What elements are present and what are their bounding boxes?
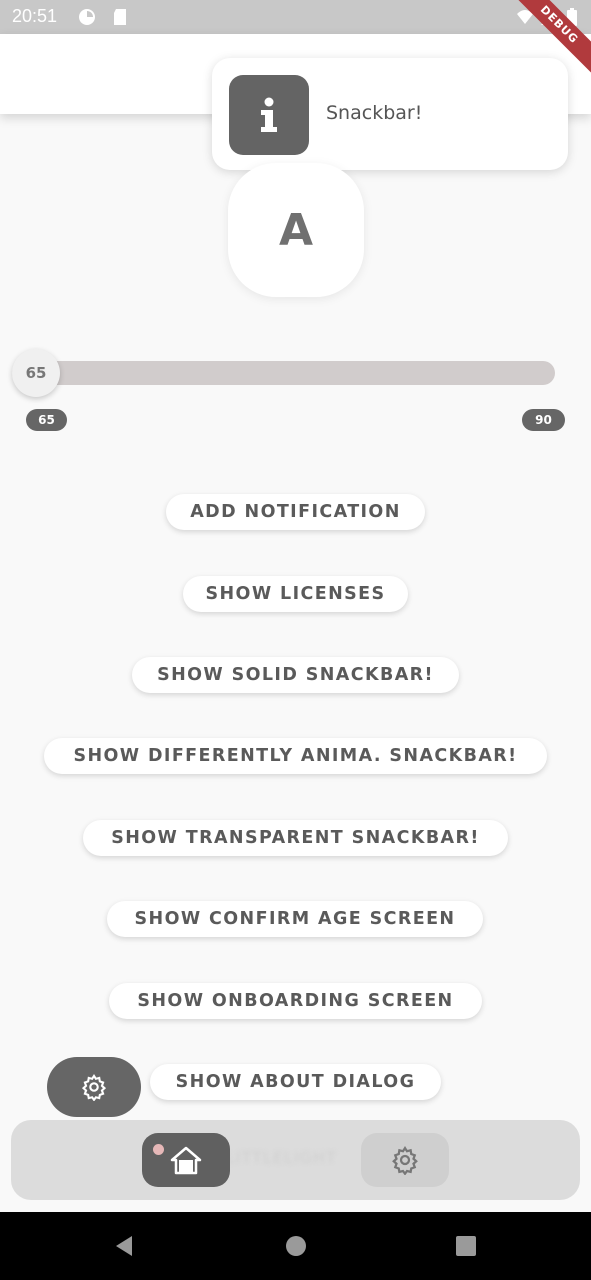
- gear-icon: [81, 1073, 107, 1101]
- system-nav-bar: [0, 1212, 591, 1280]
- nav-home[interactable]: [142, 1133, 230, 1187]
- show-onboarding-button[interactable]: SHOW ONBOARDING SCREEN: [109, 983, 482, 1019]
- slider-max-label: 90: [522, 409, 565, 431]
- slider-thumb[interactable]: 65: [12, 349, 60, 397]
- settings-fab[interactable]: [47, 1057, 141, 1117]
- snackbar-message: Snackbar!: [326, 102, 423, 124]
- battery-icon: [567, 8, 577, 26]
- avatar[interactable]: A: [228, 163, 364, 297]
- show-solid-snackbar-button[interactable]: SHOW SOLID SNACKBAR!: [132, 657, 459, 693]
- signal-icon: [541, 9, 557, 25]
- show-transparent-snackbar-button[interactable]: SHOW TRANSPARENT SNACKBAR!: [83, 820, 508, 856]
- wifi-icon: [517, 10, 533, 24]
- home-nav-icon[interactable]: [284, 1234, 308, 1258]
- bottom-nav: LITTLELIGHT: [11, 1120, 580, 1200]
- status-time: 20:51: [12, 6, 58, 26]
- gear-icon: [392, 1146, 418, 1175]
- show-about-dialog-button[interactable]: SHOW ABOUT DIALOG: [150, 1064, 441, 1100]
- home-icon: [170, 1146, 202, 1175]
- show-confirm-age-button[interactable]: SHOW CONFIRM AGE SCREEN: [107, 901, 483, 937]
- pie-icon: [79, 9, 95, 25]
- show-licenses-button[interactable]: SHOW LICENSES: [183, 576, 408, 612]
- blurred-text: LITTLELIGHT: [226, 1148, 337, 1167]
- add-notification-button[interactable]: ADD NOTIFICATION: [166, 494, 425, 530]
- slider-min-label: 65: [26, 409, 67, 431]
- slider-track[interactable]: [12, 361, 555, 385]
- avatar-letter: A: [278, 204, 314, 256]
- notification-dot: [153, 1144, 164, 1155]
- back-icon[interactable]: [112, 1234, 136, 1258]
- show-differently-animated-snackbar-button[interactable]: SHOW DIFFERENTLY ANIMA. SNACKBAR!: [44, 738, 547, 774]
- recents-icon[interactable]: [454, 1234, 478, 1258]
- snackbar: Snackbar!: [212, 58, 568, 170]
- info-icon: [229, 75, 309, 155]
- status-bar: 20:51: [0, 0, 591, 34]
- sd-card-icon: [114, 9, 126, 25]
- nav-settings[interactable]: [361, 1133, 449, 1187]
